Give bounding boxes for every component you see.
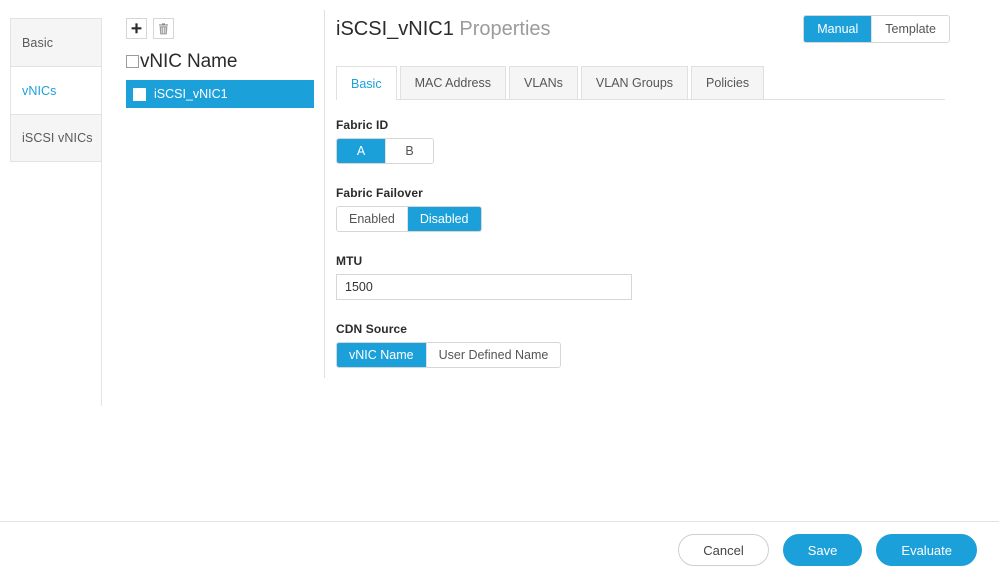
vnic-list-panel: vNIC Name iSCSI_vNIC1 xyxy=(126,18,314,108)
detail-title-suffix: Properties xyxy=(459,18,551,40)
field-mtu: MTU xyxy=(336,254,636,300)
mode-button-template[interactable]: Template xyxy=(871,16,949,42)
detail-panel: iSCSI_vNIC1 Properties Manual Template B… xyxy=(336,0,999,579)
fabric-id-option-a[interactable]: A xyxy=(337,139,385,163)
fabric-id-label: Fabric ID xyxy=(336,118,389,132)
vnic-name: iSCSI_vNIC1 xyxy=(154,87,228,101)
plus-icon xyxy=(131,23,142,34)
row-checkbox[interactable] xyxy=(133,87,146,101)
fabric-failover-label: Fabric Failover xyxy=(336,186,423,200)
mode-toggle: Manual Template xyxy=(803,15,950,43)
cdn-source-option-user-defined-name[interactable]: User Defined Name xyxy=(425,343,561,367)
fabric-failover-segmented-control: Enabled Disabled xyxy=(336,206,482,232)
sidebar-item-label: Basic xyxy=(22,35,54,50)
list-detail-divider xyxy=(324,10,325,378)
trash-icon xyxy=(158,22,169,35)
tab-vlans[interactable]: VLANs xyxy=(509,66,578,99)
fabric-id-option-b[interactable]: B xyxy=(385,139,433,163)
sidebar-item-basic[interactable]: Basic xyxy=(10,18,102,66)
sidebar: Basic vNICs iSCSI vNICs xyxy=(10,18,102,162)
mtu-input[interactable] xyxy=(336,274,632,300)
basic-form: Fabric ID A B Fabric Failover Enabled Di… xyxy=(336,118,636,390)
tab-bar: Basic MAC Address VLANs VLAN Groups Poli… xyxy=(336,66,945,100)
tab-mac-address[interactable]: MAC Address xyxy=(399,66,506,99)
vnic-list-rows: iSCSI_vNIC1 xyxy=(126,80,314,108)
sidebar-item-iscsi-vnics[interactable]: iSCSI vNICs xyxy=(10,114,102,162)
sidebar-divider xyxy=(101,18,102,406)
field-cdn-source: CDN Source vNIC Name User Defined Name xyxy=(336,322,636,368)
sidebar-item-label: vNICs xyxy=(22,83,57,98)
vnic-list-toolbar xyxy=(126,18,314,39)
tab-policies[interactable]: Policies xyxy=(691,66,765,99)
fabric-failover-option-disabled[interactable]: Disabled xyxy=(406,207,481,231)
tab-vlan-groups[interactable]: VLAN Groups xyxy=(580,66,689,99)
field-fabric-id: Fabric ID A B xyxy=(336,118,636,164)
vnic-name-column-header: vNIC Name xyxy=(140,50,238,72)
table-row[interactable]: iSCSI_vNIC1 xyxy=(126,80,314,108)
fabric-failover-option-enabled[interactable]: Enabled xyxy=(337,207,407,231)
fabric-id-segmented-control: A B xyxy=(336,138,434,164)
save-button[interactable]: Save xyxy=(782,534,863,566)
tab-basic[interactable]: Basic xyxy=(336,66,397,100)
detail-title-name: iSCSI_vNIC1 xyxy=(336,18,454,40)
sidebar-item-label: iSCSI vNICs xyxy=(22,131,93,145)
field-fabric-failover: Fabric Failover Enabled Disabled xyxy=(336,186,636,232)
sidebar-item-vnics[interactable]: vNICs xyxy=(10,66,102,114)
cancel-button[interactable]: Cancel xyxy=(678,534,769,566)
footer-divider xyxy=(0,521,999,522)
cdn-source-segmented-control: vNIC Name User Defined Name xyxy=(336,342,562,368)
mode-button-manual[interactable]: Manual xyxy=(804,16,872,42)
cdn-source-label: CDN Source xyxy=(336,322,408,336)
footer-actions: Cancel Save Evaluate xyxy=(678,534,977,566)
mtu-label: MTU xyxy=(336,254,363,268)
add-vnic-button[interactable] xyxy=(126,18,147,39)
page-title: iSCSI_vNIC1 Properties xyxy=(336,18,551,41)
cdn-source-option-vnic-name[interactable]: vNIC Name xyxy=(337,343,426,367)
properties-dialog: Basic vNICs iSCSI vNICs vNIC Name iSCSI_… xyxy=(0,0,999,579)
vnic-list-header: vNIC Name xyxy=(126,49,314,73)
select-all-checkbox[interactable] xyxy=(126,54,139,68)
evaluate-button[interactable]: Evaluate xyxy=(876,534,977,566)
delete-vnic-button[interactable] xyxy=(153,18,174,39)
